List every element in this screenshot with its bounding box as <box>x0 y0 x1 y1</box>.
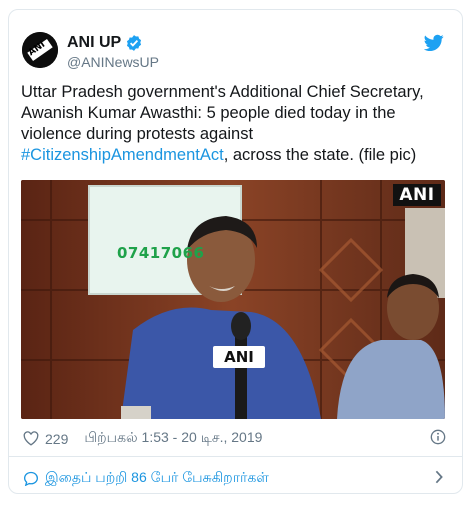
verified-icon <box>125 34 143 52</box>
tweet-text: Uttar Pradesh government's Additional Ch… <box>21 82 451 166</box>
tweet-card[interactable]: ANI ANI UP @ANINewsUP Uttar Pradesh gove… <box>8 9 463 494</box>
tweet-text-body: Uttar Pradesh government's Additional Ch… <box>21 83 424 143</box>
tweet-text-tail: , across the state. (file pic) <box>223 146 417 164</box>
screen-number-text: 07417066 <box>117 244 205 262</box>
like-count[interactable]: 229 <box>45 431 68 447</box>
ani-watermark: ANI <box>393 184 441 206</box>
chevron-right-icon[interactable] <box>434 470 444 484</box>
handle[interactable]: @ANINewsUP <box>67 54 159 70</box>
info-icon[interactable] <box>430 429 446 445</box>
heart-icon[interactable] <box>23 431 39 446</box>
reply-prompt[interactable]: இதைப் பற்றி 86 பேர் பேசுகிறார்கள் <box>45 469 269 488</box>
reply-bubble-icon <box>23 471 39 486</box>
twitter-bird-icon[interactable] <box>423 34 444 52</box>
mic-logo-label: ANI <box>213 346 265 368</box>
timestamp[interactable]: பிற்பகல் 1:53 - 20 டிச., 2019 <box>84 429 262 448</box>
divider <box>9 456 462 457</box>
replies-link[interactable]: இதைப் பற்றி 86 பேர் பேசுகிறார்கள் <box>23 469 269 488</box>
tweet-meta: 229 பிற்பகல் 1:53 - 20 டிச., 2019 <box>23 429 262 448</box>
tweet-photo[interactable]: 07417066 ANI ANI <box>21 180 445 419</box>
display-name[interactable]: ANI UP <box>67 34 121 52</box>
hashtag-link[interactable]: #CitizenshipAmendmentAct <box>21 146 224 164</box>
avatar[interactable]: ANI <box>22 32 58 68</box>
author-row: ANI UP <box>67 34 143 52</box>
